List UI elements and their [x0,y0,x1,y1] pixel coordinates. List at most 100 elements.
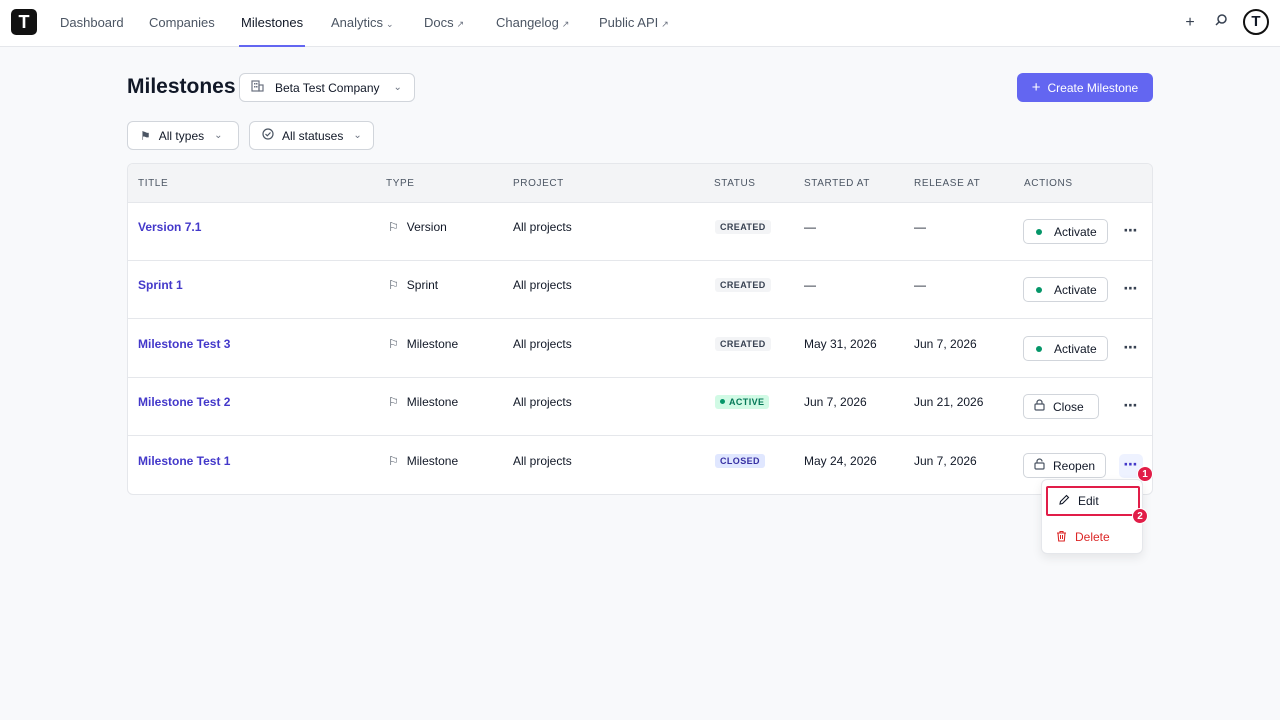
more-actions-button[interactable]: ⋯ [1119,337,1143,361]
close-button[interactable]: Close [1023,394,1099,419]
milestone-title-link[interactable]: Milestone Test 1 [138,437,230,485]
type-cell: ⚐ Milestone [388,320,458,368]
external-link-icon: ↗ [561,19,570,29]
type-label: Milestone [406,454,459,468]
status-badge: CLOSED [715,454,765,468]
started-at-cell: — [804,220,816,234]
type-cell: ⚐ Version [388,203,447,251]
step-marker-1: 1 [1137,466,1153,482]
flag-icon: ⚐ [388,278,399,292]
lock-icon [1034,399,1045,414]
project-cell: All projects [513,395,572,409]
activate-button[interactable]: Activate [1023,277,1108,302]
flag-icon: ⚐ [388,395,399,409]
milestone-title-link[interactable]: Milestone Test 3 [138,320,230,368]
company-select[interactable]: Beta Test Company ⌄ [239,73,415,102]
trash-icon [1056,530,1067,545]
pencil-icon [1058,494,1070,509]
app-logo[interactable]: T [11,9,37,35]
release-at-cell: — [914,278,926,292]
nav-dashboard[interactable]: Dashboard [60,0,124,47]
status-badge: CREATED [715,278,771,292]
table-row: Milestone Test 1 ⚐ Milestone All projects… [128,437,1152,494]
chevron-down-icon: ⌄ [353,130,362,141]
project-cell: All projects [513,220,572,234]
more-actions-button[interactable]: ⋯ [1119,220,1143,244]
col-status: Status [714,178,756,189]
avatar[interactable]: T [1243,9,1269,35]
action-label: Close [1053,399,1084,414]
nav-docs[interactable]: Docs ↗ [424,0,464,47]
create-milestone-label: Create Milestone [1047,80,1139,95]
top-nav: T Dashboard Companies Milestones Analyti… [0,0,1280,47]
building-icon [251,80,265,95]
page-title: Milestones [127,75,236,98]
flag-icon: ⚑ [140,128,151,143]
search-icon[interactable] [1210,12,1232,34]
release-at-cell: — [914,220,926,234]
table-header: Title Type Project Status Started at Rel… [128,164,1152,203]
release-at-cell: Jun 21, 2026 [914,395,984,409]
nav-companies[interactable]: Companies [149,0,215,47]
release-at-cell: Jun 7, 2026 [914,337,977,351]
flag-icon: ⚐ [388,454,399,468]
step-marker-2: 2 [1132,508,1148,524]
create-milestone-button[interactable]: + Create Milestone [1017,73,1153,102]
action-label: Activate [1054,282,1097,297]
started-at-cell: — [804,278,816,292]
nav-docs-label: Docs [424,15,454,30]
action-label: Activate [1054,341,1097,356]
status-filter[interactable]: All statuses ⌄ [249,121,374,150]
table-row: Milestone Test 3 ⚐ Milestone All projects… [128,320,1152,378]
type-label: Milestone [406,395,459,409]
milestones-table: Title Type Project Status Started at Rel… [127,163,1153,495]
nav-analytics[interactable]: Analytics ⌄ [331,0,394,47]
logo-letter: T [18,12,30,32]
status-label: ACTIVE [729,397,765,407]
status-badge: ACTIVE [715,395,770,409]
type-cell: ⚐ Sprint [388,261,438,309]
col-actions: Actions [1024,178,1073,189]
action-label: Reopen [1053,458,1096,473]
nav-changelog-label: Changelog [496,15,559,30]
type-filter-label: All types [158,128,205,143]
status-filter-label: All statuses [282,128,344,143]
type-cell: ⚐ Milestone [388,437,458,485]
milestone-title-link[interactable]: Version 7.1 [138,203,201,251]
col-release-at: Release at [914,178,981,189]
milestone-title-link[interactable]: Sprint 1 [138,261,183,309]
activate-button[interactable]: Activate [1023,336,1108,361]
activate-button[interactable]: Activate [1023,219,1108,244]
edit-label: Edit [1078,494,1099,508]
type-label: Version [406,220,447,234]
type-filter[interactable]: ⚑ All types ⌄ [127,121,239,150]
nav-analytics-label: Analytics [331,15,384,30]
nav-public-api[interactable]: Public API ↗ [599,0,669,47]
action-label: Activate [1054,224,1097,239]
chevron-down-icon: ⌄ [393,82,402,93]
nav-changelog[interactable]: Changelog ↗ [496,0,569,47]
release-at-cell: Jun 7, 2026 [914,454,977,468]
nav-milestones[interactable]: Milestones [239,0,306,47]
chevron-down-icon: ⌄ [386,19,394,29]
active-dot [720,399,725,404]
avatar-letter: T [1251,13,1261,30]
status-dot [1036,345,1042,352]
more-actions-button[interactable]: ⋯ [1119,278,1143,302]
col-project: Project [513,178,564,189]
plus-icon[interactable]: + [1179,12,1201,34]
started-at-cell: May 24, 2026 [804,454,877,468]
table-row: Version 7.1 ⚐ Version All projects CREATE… [128,203,1152,261]
milestone-title-link[interactable]: Milestone Test 2 [138,378,230,426]
col-started-at: Started at [804,178,871,189]
external-link-icon: ↗ [661,19,669,29]
project-cell: All projects [513,337,572,351]
type-cell: ⚐ Milestone [388,378,458,426]
delete-menu-item[interactable]: Delete [1046,522,1140,552]
more-actions-button[interactable]: ⋯ [1119,395,1143,419]
flag-icon: ⚐ [388,337,399,351]
reopen-button[interactable]: Reopen [1023,453,1107,478]
type-label: Milestone [406,337,459,351]
delete-label: Delete [1075,530,1110,544]
edit-menu-item[interactable]: Edit [1046,486,1140,516]
